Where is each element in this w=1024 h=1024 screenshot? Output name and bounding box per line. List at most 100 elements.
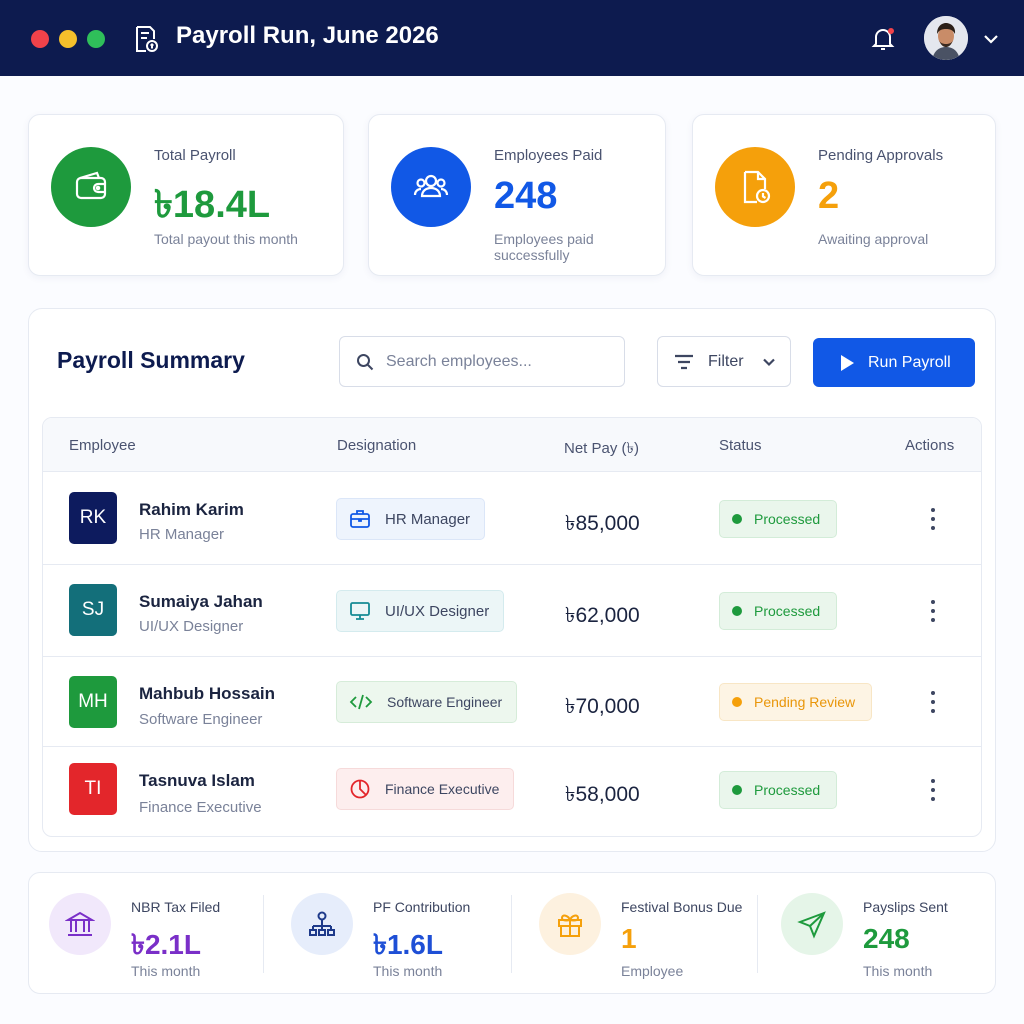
code-icon <box>349 694 373 710</box>
bank-icon <box>49 893 111 955</box>
search-input[interactable] <box>386 352 606 371</box>
filter-dropdown[interactable]: Filter <box>657 336 791 387</box>
net-pay: ৳62,000 <box>565 604 640 627</box>
notification-bell-icon[interactable] <box>870 26 896 52</box>
employee-role: Finance Executive <box>139 799 262 816</box>
table-row[interactable]: SJ Sumaiya Jahan UI/UX Designer UI/UX De… <box>43 565 981 657</box>
maximize-window-button[interactable] <box>87 30 105 48</box>
status-label: Processed <box>754 603 821 619</box>
play-icon <box>841 355 854 371</box>
employee-role: Software Engineer <box>139 711 263 728</box>
stat-value: 1 <box>621 923 637 954</box>
close-window-button[interactable] <box>31 30 49 48</box>
employee-role: HR Manager <box>139 526 225 543</box>
chevron-down-icon <box>763 358 775 367</box>
status-dot <box>732 606 742 616</box>
stat-payslips-sent: Payslips Sent 248 This month <box>761 873 993 995</box>
employee-name[interactable]: Sumaiya Jahan <box>139 592 263 612</box>
send-icon <box>781 893 843 955</box>
stat-card-employees-paid: Employees Paid 248 Employees paid succes… <box>368 114 666 276</box>
stat-label: Pending Approvals <box>818 147 944 164</box>
document-clock-icon <box>715 147 795 227</box>
divider <box>757 895 758 973</box>
employee-initials-avatar: TI <box>69 763 117 815</box>
table-row[interactable]: TI Tasnuva Islam Finance Executive Finan… <box>43 747 981 836</box>
status-label: Pending Review <box>754 694 856 710</box>
stat-label: Festival Bonus Due <box>621 899 743 915</box>
employee-name[interactable]: Rahim Karim <box>139 500 244 520</box>
status-label: Processed <box>754 511 821 527</box>
stat-caption: Awaiting approval <box>818 231 929 247</box>
status-label: Processed <box>754 782 821 798</box>
account-menu-chevron-icon[interactable] <box>982 30 1000 48</box>
stat-caption: Total payout this month <box>154 231 298 247</box>
employee-name[interactable]: Mahbub Hossain <box>139 684 275 704</box>
column-header-employee[interactable]: Employee <box>69 437 136 454</box>
designation-tag: Finance Executive <box>336 768 515 810</box>
row-actions-menu-icon[interactable] <box>929 779 937 801</box>
status-badge: Processed <box>719 771 838 809</box>
table-row[interactable]: MH Mahbub Hossain Software Engineer Soft… <box>43 657 981 747</box>
stat-caption: This month <box>373 963 443 979</box>
user-avatar[interactable] <box>924 16 968 60</box>
designation-tag: Software Engineer <box>336 681 518 723</box>
stat-label: Employees Paid <box>494 147 603 164</box>
monitor-icon <box>350 602 370 620</box>
designation-tag: UI/UX Designer <box>336 590 505 632</box>
wallet-icon <box>51 147 131 227</box>
column-header-net-pay[interactable]: Net Pay (৳) <box>564 437 639 462</box>
stat-label: Payslips Sent <box>863 899 948 915</box>
column-header-status[interactable]: Status <box>719 437 762 454</box>
search-icon <box>357 354 374 371</box>
stat-label: NBR Tax Filed <box>131 899 221 915</box>
row-actions-menu-icon[interactable] <box>929 600 937 622</box>
divider <box>511 895 512 973</box>
employee-initials-avatar: MH <box>69 676 117 728</box>
run-payroll-label: Run Payroll <box>868 354 951 371</box>
stat-value: 248 <box>494 175 558 217</box>
status-badge: Processed <box>719 500 838 538</box>
row-actions-menu-icon[interactable] <box>929 691 937 713</box>
gift-icon <box>539 893 601 955</box>
run-payroll-button[interactable]: Run Payroll <box>813 338 975 387</box>
stat-label: PF Contribution <box>373 899 471 915</box>
users-icon <box>391 147 471 227</box>
stat-nbr-tax-filed: NBR Tax Filed ৳2.1L This month <box>29 873 261 995</box>
stat-festival-bonus-due: Festival Bonus Due 1 Employee <box>519 873 755 995</box>
designation-label: HR Manager <box>385 510 471 528</box>
column-header-designation[interactable]: Designation <box>337 437 416 454</box>
status-dot <box>732 697 742 707</box>
stat-caption: This month <box>863 963 933 979</box>
net-pay: ৳58,000 <box>565 783 640 806</box>
table-row[interactable]: RK Rahim Karim HR Manager HR Manager ৳85… <box>43 472 981 565</box>
filter-icon <box>675 354 693 370</box>
stat-pf-contribution: PF Contribution ৳1.6L This month <box>271 873 509 995</box>
stat-value: 248 <box>863 923 910 954</box>
status-dot <box>732 785 742 795</box>
status-badge: Pending Review <box>719 683 873 721</box>
designation-label: Finance Executive <box>385 781 500 797</box>
stat-caption: Employee <box>621 963 684 979</box>
stat-card-pending-approvals: Pending Approvals 2 Awaiting approval <box>692 114 996 276</box>
employee-initials-avatar: SJ <box>69 584 117 636</box>
stat-value: 2 <box>818 175 840 217</box>
panel-title: Payroll Summary <box>57 347 245 373</box>
status-dot <box>732 514 742 524</box>
search-box <box>339 336 625 387</box>
pie-chart-icon <box>350 779 370 799</box>
stat-card-total-payroll: Total Payroll ৳18.4L Total payout this m… <box>28 114 344 276</box>
minimize-window-button[interactable] <box>59 30 77 48</box>
stat-value: ৳18.4L <box>154 184 271 226</box>
employee-initials-avatar: RK <box>69 492 117 544</box>
column-header-actions: Actions <box>905 437 955 454</box>
employee-name[interactable]: Tasnuva Islam <box>139 771 255 791</box>
payroll-table: Employee Designation Net Pay (৳) Status … <box>42 417 982 837</box>
filter-label: Filter <box>708 353 744 370</box>
briefcase-icon <box>350 510 370 528</box>
stat-label: Total Payroll <box>154 147 236 164</box>
row-actions-menu-icon[interactable] <box>929 508 937 530</box>
stat-caption: This month <box>131 963 201 979</box>
net-pay: ৳85,000 <box>565 512 640 535</box>
designation-label: UI/UX Designer <box>385 602 490 620</box>
table-header: Employee Designation Net Pay (৳) Status … <box>43 418 981 472</box>
